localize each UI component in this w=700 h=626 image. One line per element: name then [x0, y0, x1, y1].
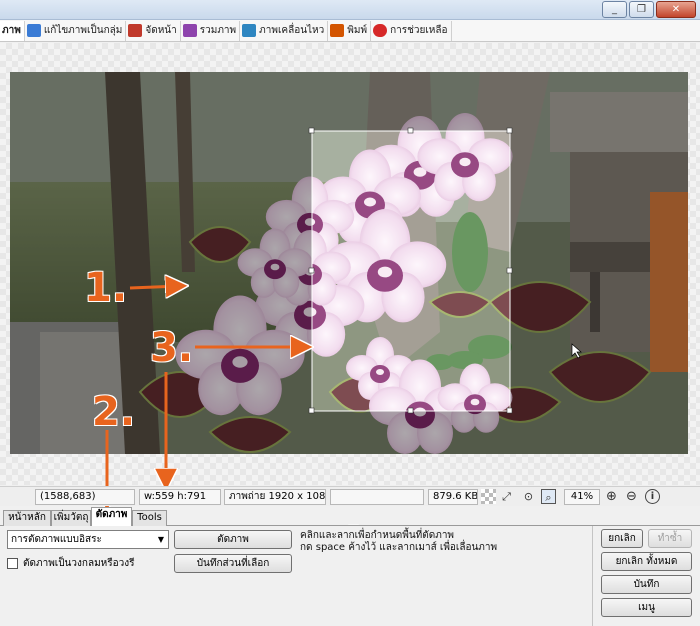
title-bar: _ ❐ ✕	[0, 0, 700, 20]
window-controls: _ ❐ ✕	[600, 1, 696, 18]
print-icon	[330, 24, 345, 37]
toolbar-item-print[interactable]: พิมพ์	[328, 20, 372, 41]
toolbar-item-label: ภาพเคลื่อนไหว	[259, 25, 325, 36]
menu-button[interactable]: เมนู	[601, 598, 692, 617]
tab-add-object[interactable]: เพิ่มวัตถุ	[51, 510, 91, 526]
batch-edit-icon	[26, 24, 41, 37]
cursor-coordinates: (1588,683)	[35, 489, 135, 505]
chevron-down-icon: ▼	[157, 535, 164, 544]
toolbar-item-label: การช่วยเหลือ	[390, 25, 448, 36]
file-size: 879.6 KB	[428, 489, 478, 505]
zoom-level[interactable]: 41%	[564, 489, 600, 505]
main-toolbar: ภาพ แก้ไขภาพเป็นกลุ่ม จัดหน้า รวมภาพ ภาพ…	[0, 20, 700, 42]
actual-size-icon[interactable]: ⊙	[521, 489, 536, 504]
toolbar-item-animation[interactable]: ภาพเคลื่อนไหว	[240, 20, 329, 41]
crop-mode-value: การตัดภาพแบบอิสระ	[11, 534, 102, 545]
tab-tools[interactable]: Tools	[132, 510, 167, 526]
toolbar-item-label: ภาพ	[2, 25, 21, 36]
tab-home[interactable]: หน้าหลัก	[3, 510, 51, 526]
toolbar-item-label: แก้ไขภาพเป็นกลุ่ม	[43, 25, 123, 36]
crop-hint-line-1: คลิกและลากเพื่อกำหนดพื้นที่ตัดภาพ	[300, 530, 455, 541]
redo-button[interactable]: ทำซ้ำ	[648, 529, 692, 548]
save-selection-button[interactable]: บันทึกส่วนที่เลือก	[174, 554, 292, 573]
zoom-in-icon[interactable]: ⊕	[604, 489, 619, 504]
zoom-out-icon[interactable]: ⊖	[624, 489, 639, 504]
status-bar: (1588,683) w:559 h:791 ภาพถ่าย 1920 x 10…	[0, 486, 700, 506]
toolbar-item-batch-edit[interactable]: แก้ไขภาพเป็นกลุ่ม	[25, 20, 127, 41]
tab-crop[interactable]: ตัดภาพ	[91, 507, 132, 527]
annotation-number-2: 2.	[92, 389, 136, 435]
crop-hint: คลิกและลากเพื่อกำหนดพื้นที่ตัดภาพ กด spa…	[300, 530, 497, 554]
crop-button[interactable]: ตัดภาพ	[174, 530, 292, 549]
help-icon	[373, 24, 388, 37]
selection-size: w:559 h:791	[139, 489, 221, 505]
status-empty-cell	[330, 489, 424, 505]
fit-screen-icon[interactable]: ⤢	[499, 489, 514, 504]
animation-icon	[242, 24, 257, 37]
toolbar-item-help[interactable]: การช่วยเหลือ	[371, 20, 452, 41]
circle-crop-checkbox[interactable]	[7, 558, 18, 569]
cancel-all-button[interactable]: ยกเลิก ทั้งหมด	[601, 552, 692, 571]
toolbar-item-combine[interactable]: รวมภาพ	[181, 20, 241, 41]
cancel-button[interactable]: ยกเลิก	[601, 529, 643, 548]
save-button[interactable]: บันทึก	[601, 575, 692, 594]
panel-tabs: หน้าหลัก เพิ่มวัตถุ ตัดภาพ Tools	[0, 507, 700, 527]
circle-crop-option[interactable]: ตัดภาพเป็นวงกลมหรือวงรี	[7, 556, 135, 571]
restore-button[interactable]: ❐	[629, 1, 654, 18]
annotation-number-1: 1.	[84, 265, 128, 311]
minimize-button[interactable]: _	[602, 1, 627, 18]
layout-icon	[128, 24, 143, 37]
toolbar-item-image[interactable]: ภาพ	[0, 20, 25, 41]
toolbar-item-label: จัดหน้า	[145, 25, 177, 36]
close-button[interactable]: ✕	[656, 1, 696, 18]
transparency-icon[interactable]	[481, 489, 496, 504]
panel-divider	[592, 526, 593, 626]
circle-crop-label: ตัดภาพเป็นวงกลมหรือวงรี	[23, 558, 135, 569]
toolbar-item-layout[interactable]: จัดหน้า	[126, 20, 181, 41]
crop-panel: การตัดภาพแบบอิสระ ▼ ตัดภาพเป็นวงกลมหรือว…	[0, 526, 700, 626]
image-info: ภาพถ่าย 1920 x 1080	[224, 489, 326, 505]
annotation-number-3: 3.	[150, 325, 194, 371]
zoom-fit-icon[interactable]: ⌕	[541, 489, 556, 504]
crop-mode-select[interactable]: การตัดภาพแบบอิสระ ▼	[7, 530, 169, 549]
crop-hint-line-2: กด space ค้างไว้ และลากเมาส์ เพื่อเลื่อน…	[300, 542, 498, 553]
combine-icon	[182, 24, 197, 37]
toolbar-item-label: รวมภาพ	[199, 25, 237, 36]
toolbar-item-label: พิมพ์	[347, 25, 368, 36]
info-icon[interactable]: i	[645, 489, 660, 504]
